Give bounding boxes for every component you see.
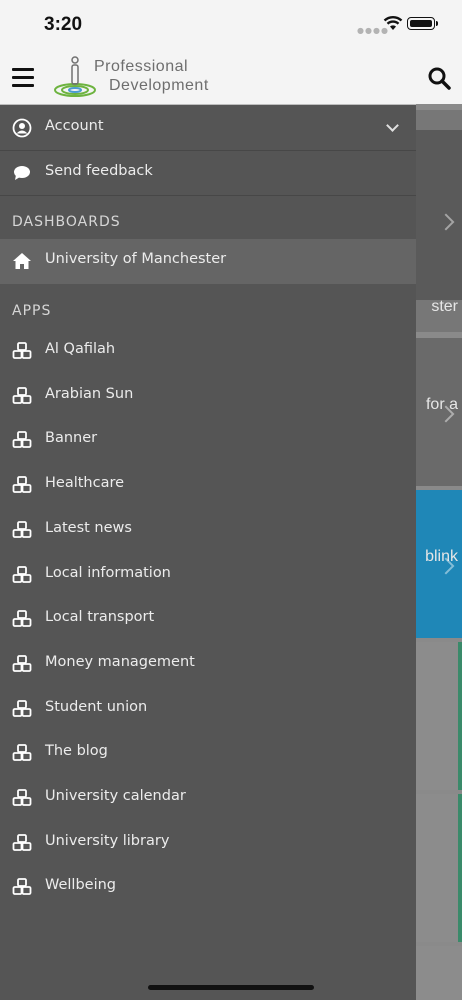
- app-item-label: Wellbeing: [45, 877, 117, 894]
- cubes-icon: [12, 520, 32, 540]
- app-item-university-calendar[interactable]: University calendar: [0, 776, 416, 820]
- app-item-local-information[interactable]: Local information: [0, 553, 416, 597]
- background-card[interactable]: for a: [416, 338, 462, 486]
- app-item-student-union[interactable]: Student union: [0, 687, 416, 731]
- send-feedback-row[interactable]: Send feedback: [0, 151, 416, 195]
- cubes-icon: [12, 475, 32, 495]
- status-bar: 3:20 ●●●●: [0, 0, 462, 50]
- app-item-label: Banner: [45, 430, 98, 447]
- background-card[interactable]: [416, 946, 462, 1000]
- apps-heading: APPS: [12, 303, 52, 319]
- app-item-latest-news[interactable]: Latest news: [0, 508, 416, 552]
- account-label: Account: [45, 118, 104, 134]
- dashboard-item-university-of-manchester[interactable]: University of Manchester: [0, 239, 416, 284]
- cubes-icon: [12, 341, 32, 361]
- app-item-label: The blog: [45, 743, 108, 760]
- app-logo: Professional Development: [53, 56, 223, 98]
- logo-text-line2: Development: [109, 77, 209, 94]
- cubes-icon: [12, 833, 32, 853]
- app-item-label: Local transport: [45, 609, 155, 626]
- app-item-label: Al Qafilah: [45, 341, 116, 357]
- app-item-university-library[interactable]: University library: [0, 821, 416, 865]
- app-item-label: Latest news: [45, 519, 132, 536]
- battery-icon: [407, 17, 438, 30]
- cubes-icon: [12, 877, 32, 897]
- dashboard-item-label: University of Manchester: [45, 251, 227, 267]
- app-item-wellbeing[interactable]: Wellbeing: [0, 865, 416, 909]
- app-item-money-management[interactable]: Money management: [0, 642, 416, 686]
- app-item-arabian-sun[interactable]: Arabian Sun: [0, 374, 416, 418]
- app-item-label: University library: [45, 832, 170, 849]
- cubes-icon: [12, 430, 32, 450]
- search-icon[interactable]: [427, 66, 451, 90]
- logo-text-line1: Professional: [94, 58, 189, 75]
- cubes-icon: [12, 565, 32, 585]
- background-card[interactable]: [416, 642, 462, 790]
- divider: [0, 195, 416, 196]
- cubes-icon: [12, 699, 32, 719]
- user-circle-icon: [12, 118, 32, 138]
- cubes-icon: [12, 386, 32, 406]
- app-item-label: University calendar: [45, 788, 186, 804]
- cubes-icon: [12, 788, 32, 808]
- dashboards-heading: DASHBOARDS: [12, 214, 121, 230]
- app-item-healthcare[interactable]: Healthcare: [0, 463, 416, 507]
- cubes-icon: [12, 743, 32, 763]
- app-item-al-qafilah[interactable]: Al Qafilah: [0, 329, 416, 373]
- navigation-drawer: Professional Development Account Send fe…: [0, 0, 416, 1000]
- app-item-label: Arabian Sun: [45, 385, 134, 402]
- app-item-label: Local information: [45, 564, 171, 581]
- background-card[interactable]: blink: [416, 490, 462, 638]
- app-item-the-blog[interactable]: The blog: [0, 731, 416, 775]
- app-item-label: Student union: [45, 698, 148, 715]
- chevron-down-icon[interactable]: [386, 119, 399, 132]
- cubes-icon: [12, 654, 32, 674]
- cubes-icon: [12, 609, 32, 629]
- send-feedback-label: Send feedback: [45, 163, 153, 179]
- app-item-label: Healthcare: [45, 475, 125, 492]
- wifi-icon: [383, 16, 403, 30]
- home-icon: [13, 253, 31, 269]
- status-time: 3:20: [44, 14, 83, 35]
- account-row[interactable]: Account: [0, 106, 416, 150]
- background-card[interactable]: ster: [416, 110, 462, 332]
- app-item-local-transport[interactable]: Local transport: [0, 597, 416, 641]
- professional-development-logo-icon: [54, 56, 96, 97]
- app-item-label: Money management: [45, 653, 195, 670]
- background-card-text: ster: [431, 298, 458, 315]
- speech-bubble-icon: [14, 166, 30, 180]
- hamburger-menu-icon[interactable]: [12, 68, 34, 88]
- app-item-banner[interactable]: Banner: [0, 418, 416, 462]
- background-card[interactable]: [416, 794, 462, 942]
- home-indicator: [148, 985, 314, 990]
